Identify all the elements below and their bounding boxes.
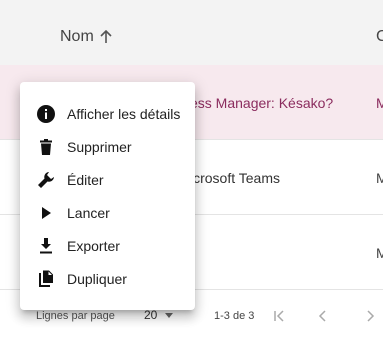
menu-item-export[interactable]: Exporter	[20, 229, 195, 262]
menu-item-label: Supprimer	[67, 138, 132, 155]
first-page-button[interactable]	[269, 306, 289, 326]
menu-item-label: Dupliquer	[67, 270, 127, 287]
row-cell: M	[376, 170, 383, 186]
rows-per-page-value: 20	[144, 308, 158, 322]
column-header-label: Nom	[60, 28, 94, 45]
column-header-next[interactable]: C	[376, 28, 383, 46]
menu-item-details[interactable]: Afficher les détails	[20, 97, 195, 130]
caret-down-icon	[165, 312, 174, 318]
menu-item-label: Exporter	[67, 237, 120, 254]
trash-icon	[36, 137, 56, 157]
next-page-button[interactable]	[360, 306, 380, 326]
copy-icon	[36, 269, 56, 289]
row-cell: M	[376, 95, 383, 111]
download-icon	[36, 236, 56, 256]
chevron-left-icon	[318, 310, 326, 322]
row-cell: M	[376, 245, 383, 261]
table-header: Nom C	[0, 0, 383, 74]
rows-per-page-label: Lignes par page	[36, 310, 115, 322]
menu-item-label: Afficher les détails	[67, 105, 181, 122]
wrench-icon	[36, 170, 56, 190]
row-title[interactable]: ess Manager: Késako?	[190, 95, 333, 111]
menu-item-duplicate[interactable]: Dupliquer	[20, 262, 195, 295]
pagination-range: 1-3 de 3	[214, 310, 255, 322]
row-title[interactable]: icrosoft Teams	[190, 170, 280, 186]
column-header-nom[interactable]: Nom	[60, 28, 112, 46]
menu-item-label: Éditer	[67, 171, 104, 188]
menu-item-delete[interactable]: Supprimer	[20, 130, 195, 163]
chevron-right-icon	[367, 310, 375, 322]
sort-arrow-up-icon	[100, 30, 112, 43]
first-page-icon	[274, 310, 284, 322]
menu-item-launch[interactable]: Lancer	[20, 196, 195, 229]
rows-per-page-select[interactable]: 20	[144, 308, 174, 322]
info-icon	[36, 104, 56, 124]
row-actions-menu: Afficher les détails Supprimer Éditer La…	[20, 82, 195, 310]
play-icon	[36, 203, 56, 223]
menu-item-label: Lancer	[67, 204, 110, 221]
menu-item-edit[interactable]: Éditer	[20, 163, 195, 196]
previous-page-button[interactable]	[313, 306, 333, 326]
